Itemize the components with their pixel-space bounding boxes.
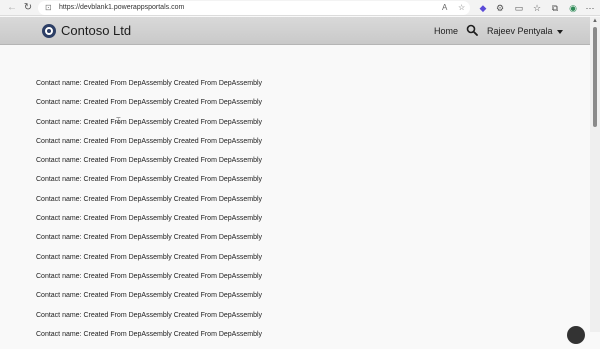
list-item: Contact name: Created From DepAssembly C… [36,176,263,184]
search-icon[interactable] [466,24,478,36]
floating-action-button[interactable] [567,326,585,344]
list-item: Contact name: Created From DepAssembly C… [36,215,263,223]
scrollbar-thumb[interactable] [593,27,597,127]
brand-title[interactable]: Contoso Ltd [61,23,131,39]
split-screen-icon[interactable]: ▭ [513,2,525,14]
more-options-icon[interactable]: ⋯ [584,2,596,14]
site-header: Contoso Ltd Home Rajeev Pentyala [0,17,600,45]
back-arrow-icon[interactable]: ← [6,2,18,14]
home-link[interactable]: Home [434,25,458,37]
main-content: Contact name: Created From DepAssembly C… [0,46,590,338]
address-bar[interactable]: ⊡ https://devblank1.powerappsportals.com… [38,1,470,15]
list-item: Contact name: Created From DepAssembly C… [36,292,263,300]
chevron-down-icon [556,29,563,34]
favorites-icon[interactable]: ☆ [531,2,543,14]
user-name: Rajeev Pentyala [487,26,553,36]
list-item: Contact name: Created From DepAssembly C… [36,272,263,280]
list-item: Contact name: Created From DepAssembly C… [36,80,263,87]
list-item: Contact name: Created From DepAssembly C… [36,253,263,261]
url-text[interactable]: https://devblank1.powerappsportals.com [59,3,184,13]
favorite-star-icon[interactable]: ☆ [458,3,465,13]
list-item: Contact name: Created From DepAssembly C… [36,157,263,165]
extension-icon[interactable]: ◆ [477,2,489,14]
list-item: Contact name: Created From DepAssembly C… [36,311,263,319]
user-menu[interactable]: Rajeev Pentyala [487,25,563,37]
collections-icon[interactable]: ⧉ [549,2,561,14]
lock-icon[interactable]: ⊡ [45,3,52,13]
contact-list: Contact name: Created From DepAssembly C… [36,79,262,349]
list-item: Contact name: Created From DepAssembly C… [36,118,263,126]
browser-essentials-icon[interactable]: ◉ [567,2,579,14]
extensions-puzzle-icon[interactable]: ⚙ [494,2,506,14]
list-item: Contact name: Created From DepAssembly C… [36,234,263,242]
contoso-logo-icon[interactable] [42,24,56,38]
list-item: Contact name: Created From DepAssembly C… [36,330,263,338]
mouse-cursor-icon: ⌶ [116,116,121,125]
list-item: Contact name: Created From DepAssembly C… [36,137,263,145]
list-item: Contact name: Created From DepAssembly C… [36,99,263,107]
list-item: Contact name: Created From DepAssembly C… [36,195,263,203]
browser-toolbar: ← ↻ ⊡ https://devblank1.powerappsportals… [0,0,600,16]
page-scrollbar[interactable]: ▲ [590,17,600,332]
scroll-up-arrow-icon[interactable]: ▲ [592,18,598,24]
reload-icon[interactable]: ↻ [22,2,34,14]
read-aloud-icon[interactable]: A [442,3,447,13]
